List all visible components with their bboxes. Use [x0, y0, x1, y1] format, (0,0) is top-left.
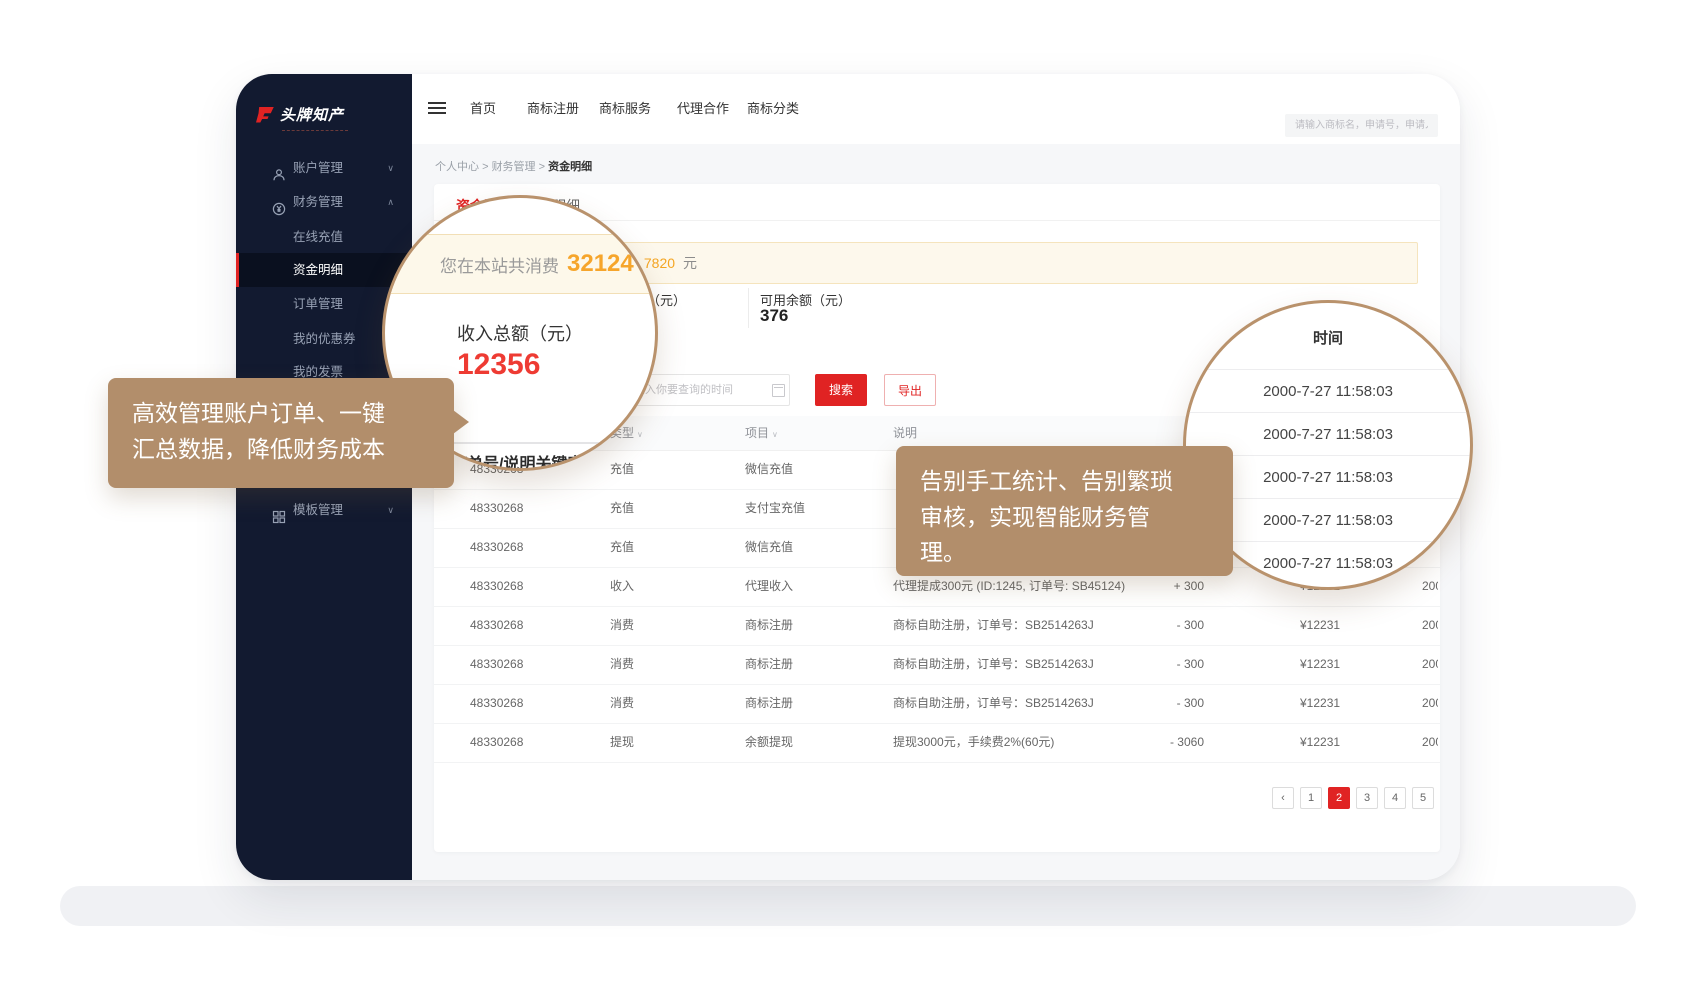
pagination-prev-button[interactable]: ‹ — [1272, 787, 1294, 809]
magnified-consumption-value: 32124 — [567, 250, 634, 278]
magnified-time-header: 时间 — [1186, 327, 1470, 348]
callout-right: 告别手工统计、告别繁琐 审核，实现智能财务管 理。 — [896, 446, 1233, 576]
sidebar-item-templates[interactable]: 模板管理 ∨ — [236, 493, 412, 527]
sidebar-item-label: 模板管理 — [293, 493, 343, 527]
magnified-keyword-input: 订单号/说明关键字 — [437, 442, 615, 471]
nav-item-agency[interactable]: 代理合作 — [677, 74, 729, 144]
nav-item-home[interactable]: 首页 — [470, 74, 496, 144]
marketing-stage: 头牌知产 账户管理 ∨ 财务管理 ∧ 在 — [0, 0, 1696, 1002]
magnified-income-label: 收入总额（元） — [457, 320, 583, 346]
table-row: 48330268消费商标注册商标自助注册，订单号：SB2514263J- 300… — [434, 645, 1440, 685]
nav-item-trademark-register[interactable]: 商标注册 — [527, 74, 579, 144]
breadcrumb-current: 资金明细 — [548, 161, 592, 173]
caret-down-icon: ∨ — [772, 430, 778, 439]
stat-divider — [748, 288, 749, 328]
pagination-page-5[interactable]: 5 — [1412, 787, 1434, 809]
magnified-timestamp: 2000-7-27 11:58:03 — [1186, 369, 1470, 413]
table-row: 48330268消费商标注册商标自助注册，订单号：SB2514263J- 300… — [434, 606, 1440, 646]
chevron-down-icon: ∨ — [387, 151, 394, 185]
top-navbar: 首页 商标注册 商标服务 代理合作 商标分类 — [412, 74, 1460, 144]
caret-down-icon: ∨ — [637, 430, 643, 439]
nav-item-trademark-classes[interactable]: 商标分类 — [747, 74, 799, 144]
pagination-page-4[interactable]: 4 — [1384, 787, 1406, 809]
pagination-page-2[interactable]: 2 — [1328, 787, 1350, 809]
export-button[interactable]: 导出 — [884, 374, 936, 406]
magnified-income-value: 12356 — [457, 348, 540, 382]
brand-name: 头牌知产 — [280, 104, 344, 125]
pagination-page-1[interactable]: 1 — [1300, 787, 1322, 809]
search-button[interactable]: 搜索 — [815, 374, 867, 406]
trademark-search-input[interactable] — [1285, 114, 1438, 137]
calendar-icon[interactable] — [772, 384, 785, 397]
chevron-up-icon: ∧ — [387, 185, 394, 219]
sidebar-item-label: 财务管理 — [293, 185, 343, 219]
brand-flag-icon — [256, 107, 274, 123]
pagination: ‹ 1 2 3 4 5 — [434, 787, 1434, 809]
magnified-consumption-banner: 您在本站共消费 32124 — [382, 234, 658, 294]
chevron-down-icon: ∨ — [387, 493, 394, 527]
sidebar-item-finance[interactable]: 财务管理 ∧ — [236, 185, 412, 219]
logo-divider — [282, 130, 348, 131]
laptop-base — [60, 886, 1636, 926]
column-header-desc: 说明 — [893, 416, 917, 450]
pagination-page-3[interactable]: 3 — [1356, 787, 1378, 809]
template-icon — [272, 503, 286, 537]
hamburger-icon[interactable] — [428, 102, 446, 117]
available-balance-value: 376 — [760, 306, 788, 326]
breadcrumb-personal-center[interactable]: 个人中心 — [435, 161, 479, 173]
breadcrumb: 个人中心 > 财务管理 > 资金明细 — [435, 158, 592, 174]
sidebar-item-account[interactable]: 账户管理 ∨ — [236, 151, 412, 185]
column-header-project[interactable]: 项目∨ — [745, 416, 778, 452]
sidebar-item-label: 账户管理 — [293, 151, 343, 185]
brand-logo: 头牌知产 — [256, 104, 344, 125]
breadcrumb-finance[interactable]: 财务管理 — [492, 161, 536, 173]
table-row: 48330268提现余额提现提现3000元，手续费2%(60元)- 3060¥1… — [434, 723, 1440, 763]
callout-left: 高效管理账户订单、一键 汇总数据，降低财务成本 — [108, 378, 454, 488]
nav-item-trademark-services[interactable]: 商标服务 — [599, 74, 651, 144]
table-row: 48330268消费商标注册商标自助注册，订单号：SB2514263J- 300… — [434, 684, 1440, 724]
